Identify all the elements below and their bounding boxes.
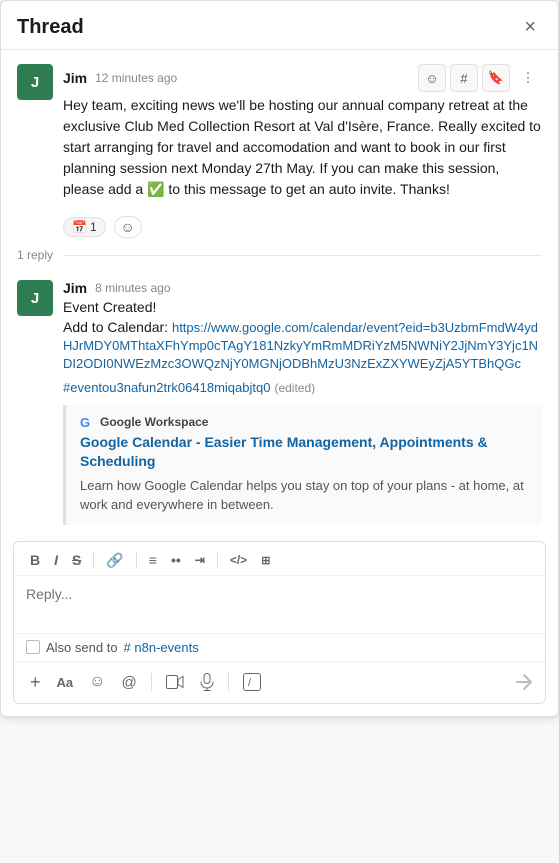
hashtag-line: #eventou3nafun2trk06418miqabjtq0 (edited) [63,380,542,395]
also-send-checkbox[interactable] [26,640,40,654]
toolbar-divider-2 [136,552,137,568]
text-format-button[interactable]: Aa [53,673,78,692]
toolbar-divider-3 [217,552,218,568]
panel-header: Thread × [1,1,558,50]
emoji-react-button[interactable]: ☺ [418,64,446,92]
strikethrough-button[interactable]: S [68,550,85,570]
second-avatar: J [17,280,53,316]
bottom-divider-2 [228,673,229,691]
unordered-list-button[interactable]: •• [167,550,185,570]
add-attachment-button[interactable]: + [26,670,45,695]
slash-command-button[interactable]: / [239,671,265,693]
mic-button[interactable] [196,671,218,693]
panel-title: Thread [17,16,84,39]
message-text: Hey team, exciting news we'll be hosting… [63,95,542,200]
emoji-reaction-area: 📅 1 ☺ [63,208,542,238]
event-created-text: Event Created! [63,299,542,315]
code-block-button[interactable]: ⊞ [257,552,274,569]
send-icon [515,673,533,691]
bold-button[interactable]: B [26,550,44,570]
channel-name: # n8n-events [124,640,199,655]
sender-name: Jim [63,70,87,86]
reaction-count: 1 [90,220,97,234]
link-button[interactable]: 🔗 [102,550,127,571]
second-message-row: J Jim 8 minutes ago Event Created! Add t… [17,280,542,525]
bookmark-button[interactable]: 🔖 [482,64,510,92]
code-button[interactable]: </> [226,551,251,569]
second-message-area: J Jim 8 minutes ago Event Created! Add t… [1,272,558,525]
mic-icon [200,673,214,691]
second-timestamp: 8 minutes ago [95,281,170,295]
thread-panel: Thread × J Jim 12 minutes ago ☺ # 🔖 ⋮ He… [0,0,559,717]
send-button[interactable] [515,673,533,691]
link-preview: G Google Workspace Google Calendar - Eas… [63,405,542,525]
toolbar-divider-1 [93,552,94,568]
also-send-label: Also send to [46,640,118,655]
ordered-list-button[interactable]: ≡ [145,550,161,570]
hashtag-text: #eventou3nafun2trk06418miqabjtq0 [63,380,270,395]
link-preview-desc: Learn how Google Calendar helps you stay… [80,476,528,515]
replies-label: 1 reply [17,248,53,262]
message-meta: Jim 12 minutes ago ☺ # 🔖 ⋮ [63,64,542,92]
second-sender-name: Jim [63,280,87,296]
message-body: Jim 12 minutes ago ☺ # 🔖 ⋮ Hey team, exc… [63,64,542,238]
svg-text:/: / [248,677,252,689]
edited-tag: (edited) [274,381,315,395]
reply-box: B I S 🔗 ≡ •• ⇥ </> ⊞ Also send to # n8n-… [13,541,546,704]
reply-toolbar: B I S 🔗 ≡ •• ⇥ </> ⊞ [14,542,545,576]
second-message-body: Jim 8 minutes ago Event Created! Add to … [63,280,542,525]
emoji-reaction[interactable]: 📅 1 [63,217,106,237]
message-toolbar: ☺ # 🔖 ⋮ [418,64,542,92]
message-row: J Jim 12 minutes ago ☺ # 🔖 ⋮ Hey team, e… [17,64,542,238]
close-button[interactable]: × [518,15,542,39]
first-message-area: J Jim 12 minutes ago ☺ # 🔖 ⋮ Hey team, e… [1,50,558,238]
bottom-divider [151,673,152,691]
add-calendar-prefix: Add to Calendar: [63,319,172,335]
google-g-icon: G [80,415,94,429]
brand-name: Google Workspace [100,415,208,429]
link-preview-title[interactable]: Google Calendar - Easier Time Management… [80,433,528,472]
add-emoji-button[interactable]: ☺ [114,216,142,238]
indent-button[interactable]: ⇥ [191,551,209,569]
avatar: J [17,64,53,100]
more-actions-button[interactable]: ⋮ [514,64,542,92]
emoji-picker-button[interactable]: ☺ [85,671,109,693]
timestamp: 12 minutes ago [95,71,177,85]
italic-button[interactable]: I [50,550,62,570]
second-message-meta: Jim 8 minutes ago [63,280,542,296]
video-button[interactable] [162,673,188,691]
video-icon [166,675,184,689]
add-calendar-text: Add to Calendar: https://www.google.com/… [63,319,542,374]
reply-input[interactable] [14,576,545,628]
replies-divider: 1 reply [1,238,558,272]
slash-icon: / [243,673,261,691]
reply-bottom-bar: + Aa ☺ @ [14,661,545,703]
mention-button[interactable]: @ [117,672,140,693]
also-send-row: Also send to # n8n-events [14,633,545,661]
link-preview-brand: G Google Workspace [80,415,528,429]
hashtag-button[interactable]: # [450,64,478,92]
calendar-emoji: 📅 [72,220,87,234]
